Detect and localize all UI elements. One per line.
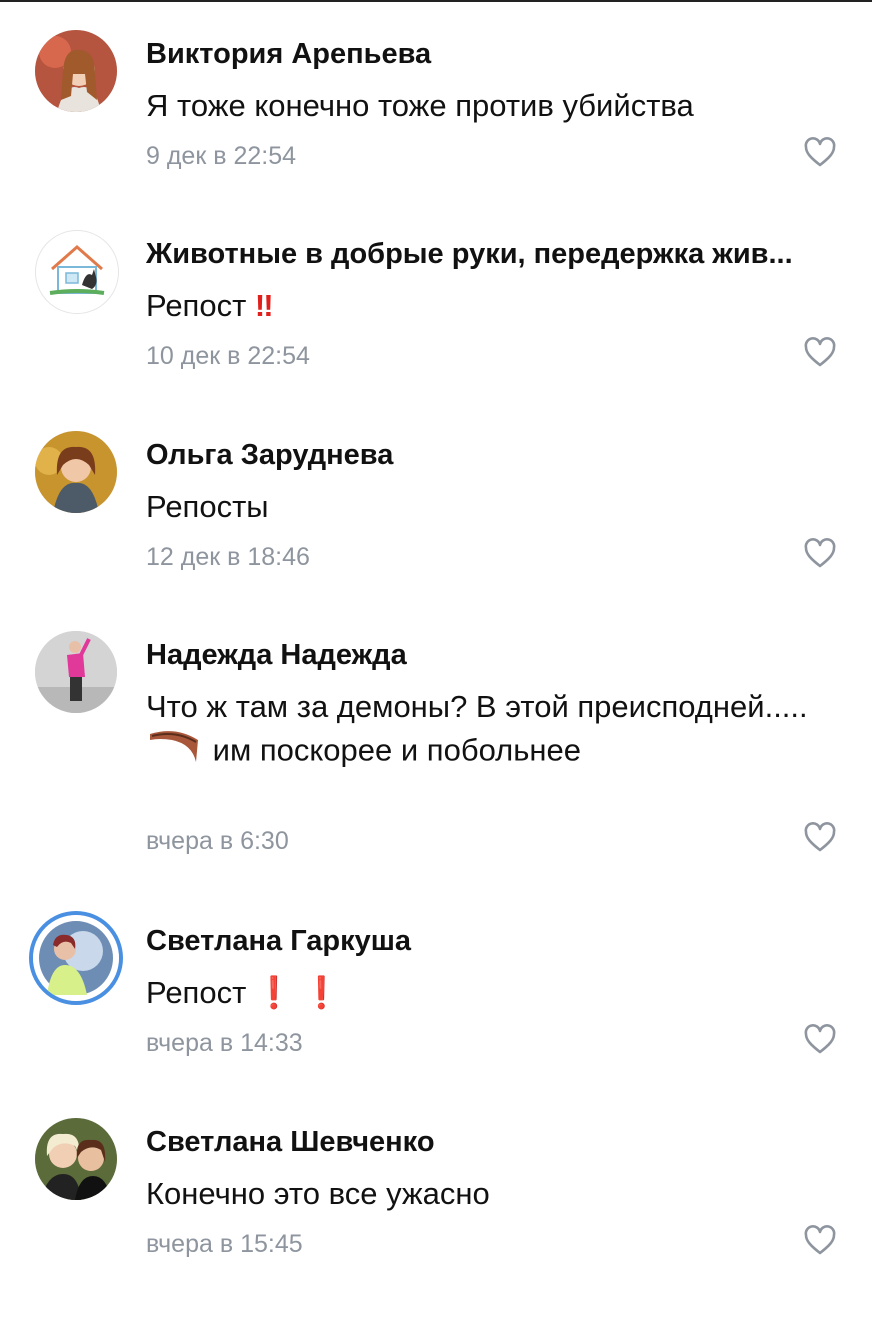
exclamation-emoji: ❗ [302, 975, 341, 1010]
comment-text-part: Что ж там за демоны? В этой преисподней.… [146, 689, 808, 724]
heart-icon[interactable] [803, 136, 837, 170]
comment-text: Репост ❗ ❗ [146, 971, 826, 1014]
comment-text-content: Репост [146, 975, 247, 1010]
comment-text: Репосты [146, 489, 269, 524]
comment-time[interactable]: 9 дек в 22:54 [146, 142, 296, 171]
avatar[interactable] [35, 1118, 117, 1200]
comment-text: Что ж там за демоны? В этой преисподней.… [146, 685, 826, 777]
comment-text-part: им поскорее и побольнее [212, 732, 581, 768]
comment-item: Светлана Гаркуша Репост ❗ ❗ вчера в 14:3… [0, 911, 872, 1117]
exclamation-emoji: ❗ [254, 975, 294, 1010]
comment-time[interactable]: 12 дек в 18:46 [146, 543, 310, 572]
comment-text: Конечно это все ужасно [146, 1176, 490, 1211]
comment-author[interactable]: Светлана Шевченко [146, 1126, 846, 1159]
heart-icon[interactable] [803, 1023, 837, 1057]
heart-icon[interactable] [803, 821, 837, 855]
avatar-with-story-ring[interactable] [29, 911, 123, 1005]
comment-author[interactable]: Надежда Надежда [146, 639, 846, 672]
comment-time[interactable]: 10 дек в 22:54 [146, 342, 310, 371]
boomerang-emoji-icon [146, 728, 204, 777]
comment-item: Светлана Шевченко Конечно это все ужасно… [0, 1118, 872, 1318]
avatar[interactable] [35, 631, 117, 713]
comment-item: Виктория Арепьева Я тоже конечно тоже пр… [0, 30, 872, 230]
avatar[interactable] [35, 431, 117, 513]
comment-item: Надежда Надежда Что ж там за демоны? В э… [0, 631, 872, 911]
comment-author[interactable]: Животные в добрые руки, передержка жив..… [146, 238, 846, 271]
heart-icon[interactable] [803, 537, 837, 571]
comment-author[interactable]: Ольга Заруднева [146, 439, 846, 472]
comment-item: Ольга Заруднева Репосты 12 дек в 18:46 [0, 431, 872, 631]
comment-author[interactable]: Светлана Гаркуша [146, 925, 846, 958]
comment-text: Я тоже конечно тоже против убийства [146, 88, 694, 123]
house-dog-logo-icon[interactable] [35, 230, 119, 314]
comment-time[interactable]: вчера в 14:33 [146, 1029, 303, 1058]
heart-icon[interactable] [803, 1224, 837, 1258]
heart-icon[interactable] [803, 336, 837, 370]
double-exclamation-emoji: ‼ [254, 288, 274, 323]
comment-text: Репост ‼ [146, 284, 826, 327]
comment-item: Животные в добрые руки, передержка жив..… [0, 230, 872, 430]
comment-time[interactable]: вчера в 6:30 [146, 827, 289, 856]
comment-author[interactable]: Виктория Арепьева [146, 38, 846, 71]
comment-time[interactable]: вчера в 15:45 [146, 1230, 303, 1259]
comment-text-content: Репост [146, 288, 247, 323]
top-divider [0, 0, 872, 2]
avatar[interactable] [35, 30, 117, 112]
